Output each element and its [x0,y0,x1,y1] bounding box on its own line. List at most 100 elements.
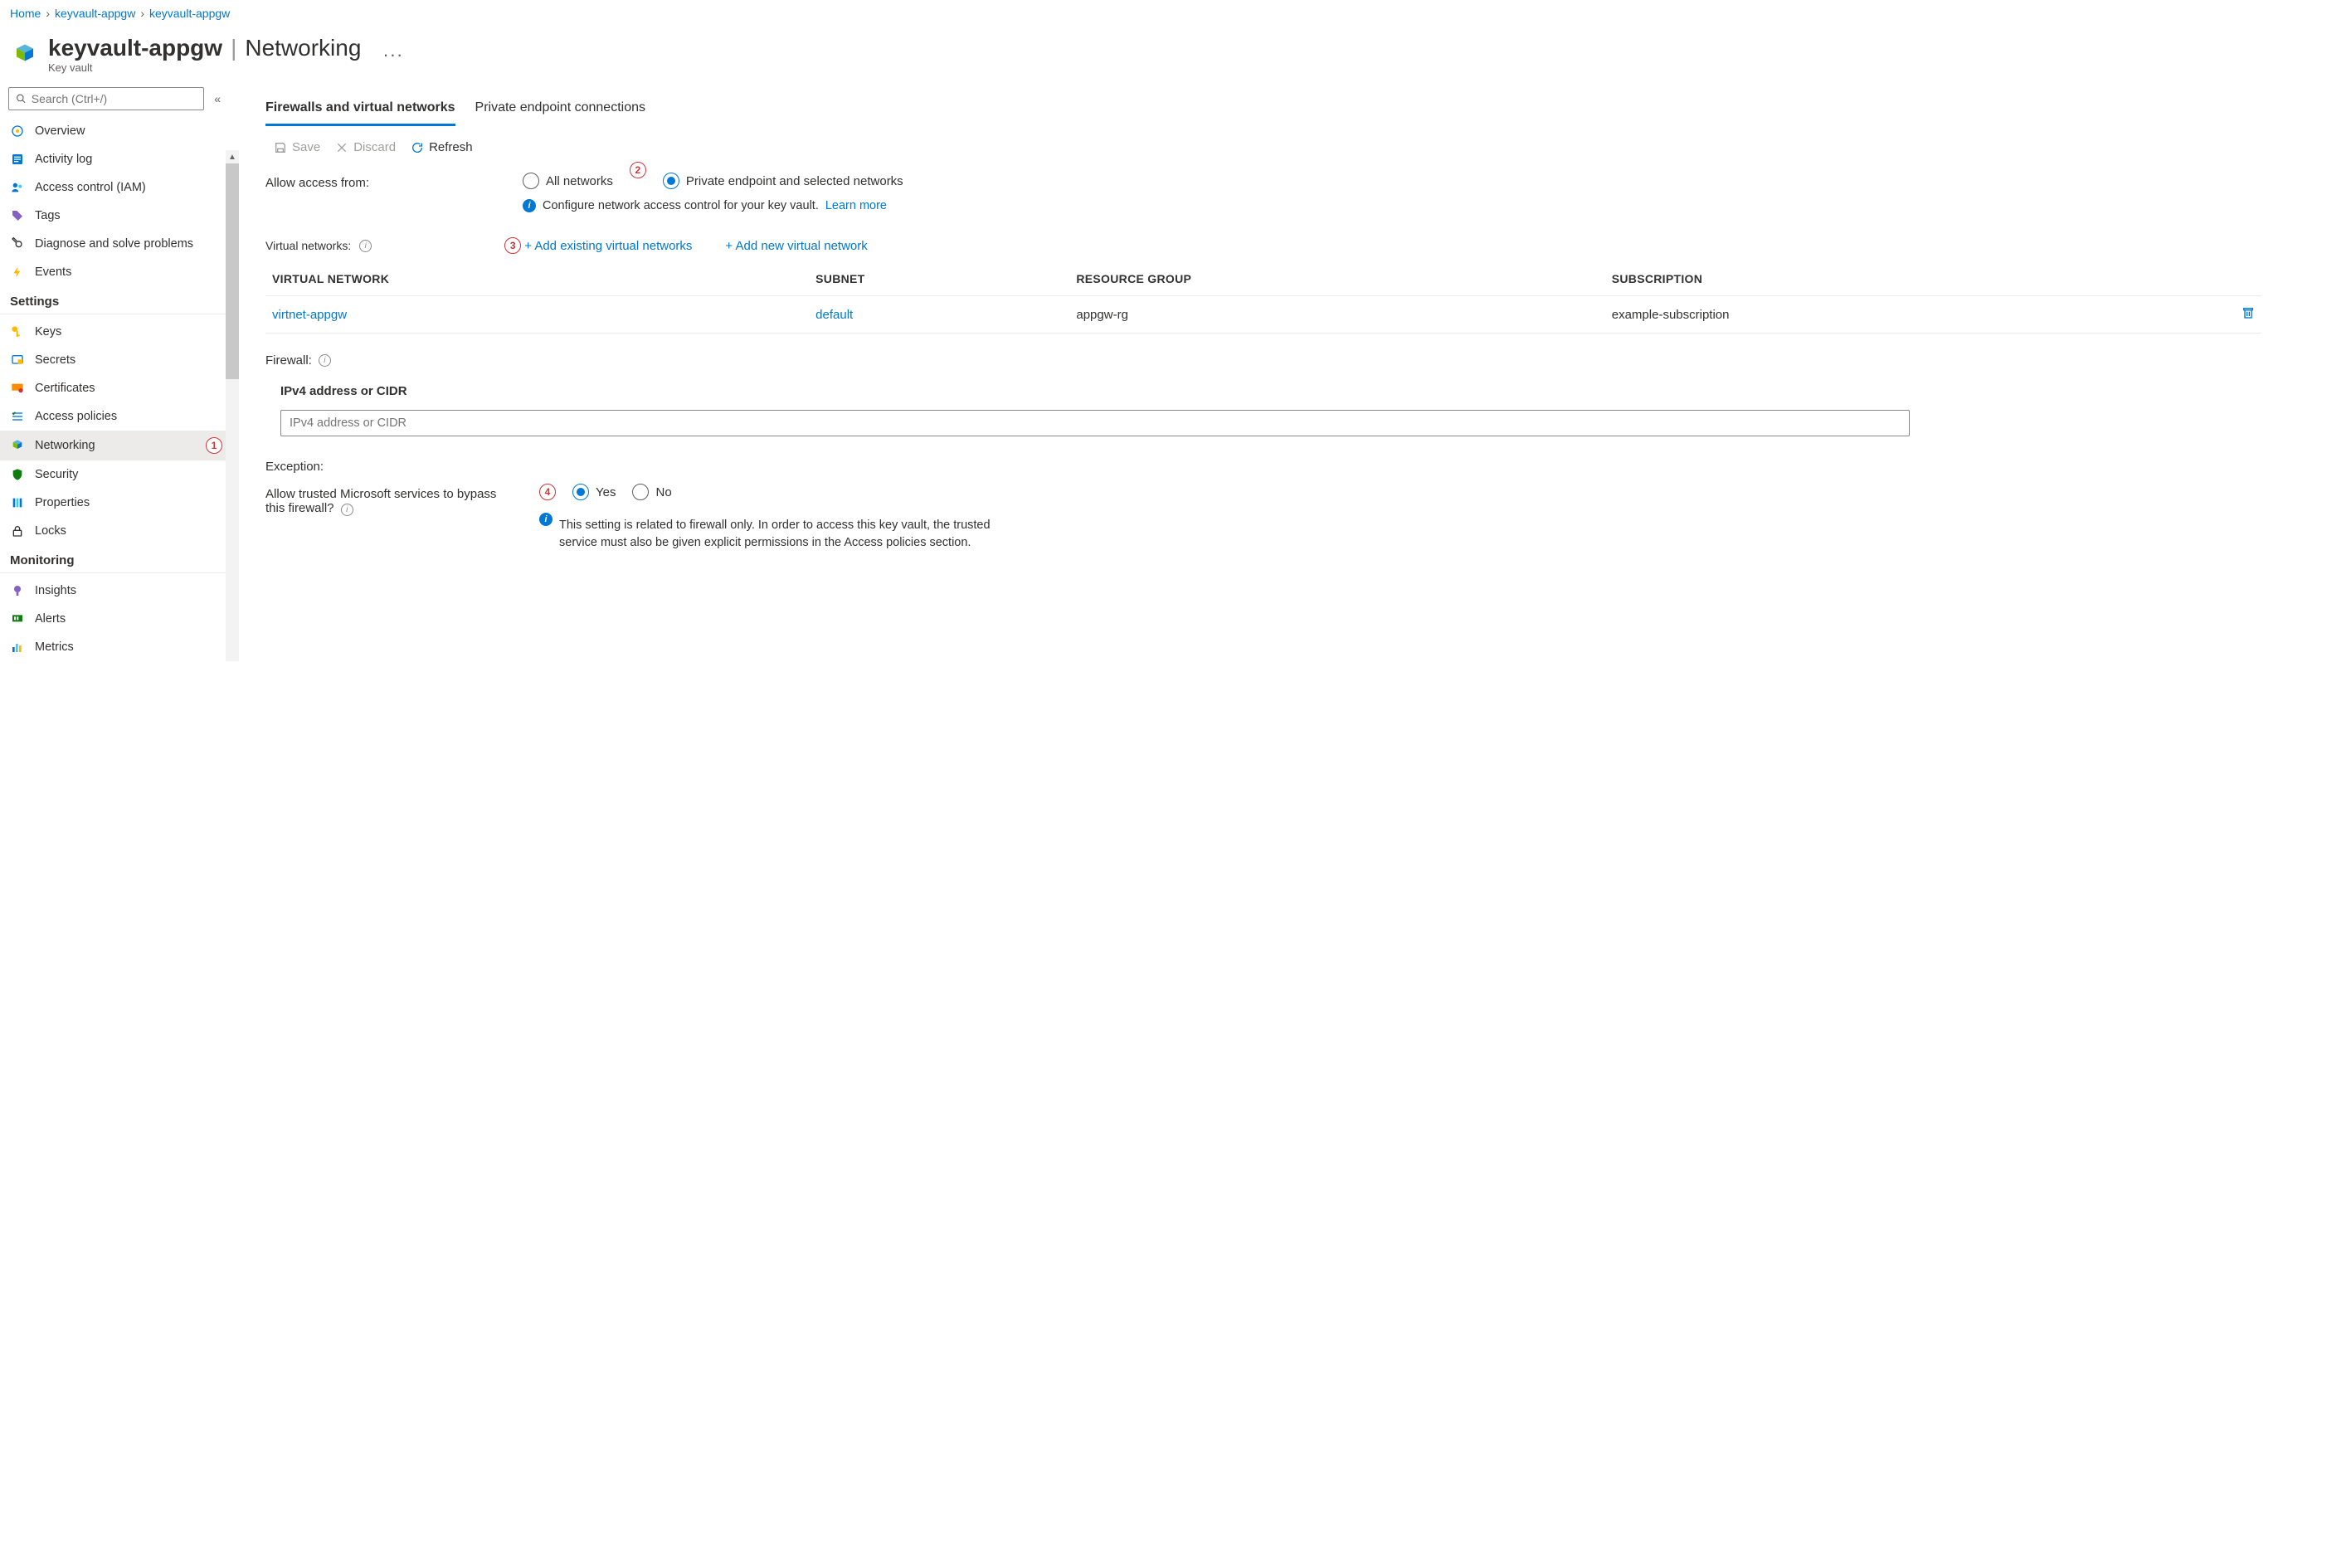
sidebar-item-activity-log[interactable]: Activity log [0,145,232,173]
sidebar-item-label: Secrets [35,353,75,367]
search-input[interactable] [8,87,204,110]
sidebar-section-settings: Settings [0,286,232,314]
properties-icon [10,495,25,510]
certificates-icon [10,381,25,396]
radio-private-endpoint[interactable]: Private endpoint and selected networks [663,173,903,189]
info-icon: i [523,199,536,212]
info-icon[interactable]: i [319,354,331,367]
resource-name: keyvault-appgw [48,35,222,61]
refresh-button[interactable]: Refresh [411,140,473,154]
ipv4-label: IPv4 address or CIDR [280,384,2302,398]
sidebar-item-locks[interactable]: Locks [0,517,232,545]
sidebar-item-label: Access control (IAM) [35,181,146,194]
diagnose-icon [10,236,25,251]
shield-icon [10,467,25,482]
sidebar-item-label: Networking [35,439,95,452]
breadcrumb: Home › keyvault-appgw › keyvault-appgw [0,0,2327,27]
tags-icon [10,208,25,223]
radio-icon [572,484,589,500]
activity-log-icon [10,152,25,167]
discard-button[interactable]: Discard [335,140,396,154]
radio-icon [632,484,649,500]
tab-firewalls[interactable]: Firewalls and virtual networks [265,95,455,126]
toolbar: Save Discard Refresh [265,140,2302,154]
exception-title: Exception: [265,460,2302,474]
sidebar-item-label: Access policies [35,410,117,423]
chevron-right-icon: › [46,7,50,20]
breadcrumb-lvl1[interactable]: keyvault-appgw [55,7,135,20]
firewall-label: Firewall: [265,353,312,368]
info-icon[interactable]: i [341,504,353,516]
sidebar-item-keys[interactable]: Keys [0,318,232,346]
sidebar-item-label: Alerts [35,612,66,626]
sidebar-item-label: Diagnose and solve problems [35,237,193,251]
info-icon[interactable]: i [359,240,372,252]
sidebar-item-label: Insights [35,584,76,597]
rg-cell: appgw-rg [1069,296,1604,334]
resource-type: Key vault [48,61,361,74]
collapse-sidebar-icon[interactable]: « [211,89,224,109]
sidebar-item-tags[interactable]: Tags [0,202,232,230]
sidebar-section-monitoring: Monitoring [0,545,232,573]
chevron-right-icon: › [140,7,144,20]
sidebar-item-events[interactable]: Events [0,258,232,286]
sidebar-item-insights[interactable]: Insights [0,577,232,605]
access-policies-icon [10,409,25,424]
sidebar-item-secrets[interactable]: Secrets [0,346,232,374]
more-actions-icon[interactable]: ··· [382,46,403,64]
radio-all-networks[interactable]: All networks [523,173,613,189]
events-icon [10,265,25,280]
add-existing-vnet-link[interactable]: + Add existing virtual networks [524,239,692,253]
sidebar-item-access-control[interactable]: Access control (IAM) [0,173,232,202]
radio-icon [663,173,679,189]
tabs: Firewalls and virtual networks Private e… [265,95,2302,127]
subnet-link[interactable]: default [815,308,853,322]
sidebar-item-label: Metrics [35,640,74,654]
sidebar-item-properties[interactable]: Properties [0,489,232,517]
resource-icon [12,41,38,68]
sidebar-item-label: Overview [35,124,85,138]
tab-private-endpoints[interactable]: Private endpoint connections [475,95,645,126]
sidebar-item-label: Locks [35,524,66,538]
sidebar-item-networking[interactable]: Networking 1 [0,431,232,460]
breadcrumb-lvl2[interactable]: keyvault-appgw [149,7,230,20]
sidebar-item-certificates[interactable]: Certificates [0,374,232,402]
sidebar-item-diagnose[interactable]: Diagnose and solve problems [0,230,232,258]
delete-row-button[interactable] [2242,309,2255,323]
sidebar-item-overview[interactable]: Overview [0,117,232,145]
radio-exception-yes[interactable]: Yes [572,484,616,500]
refresh-icon [411,141,424,154]
radio-icon [523,173,539,189]
main-content: Firewalls and virtual networks Private e… [232,80,2327,668]
blade-section: Networking [245,35,361,61]
page-title: keyvault-appgw | Networking [48,35,361,61]
col-resource-group: RESOURCE GROUP [1069,262,1604,296]
col-subnet: SUBNET [809,262,1069,296]
learn-more-link[interactable]: Learn more [825,199,887,212]
ipv4-input[interactable] [280,410,1910,436]
annotation-marker-2: 2 [630,162,646,178]
table-row: virtnet-appgw default appgw-rg example-s… [265,296,2261,334]
annotation-marker-4: 4 [539,484,556,500]
sidebar-item-metrics[interactable]: Metrics [0,633,232,661]
vnet-link[interactable]: virtnet-appgw [272,308,347,322]
networking-icon [10,438,25,453]
overview-icon [10,124,25,139]
sidebar-item-security[interactable]: Security [0,460,232,489]
sidebar-item-label: Certificates [35,382,95,395]
save-icon [274,141,287,154]
alerts-icon [10,611,25,626]
metrics-icon [10,640,25,655]
exception-info-text: This setting is related to firewall only… [559,517,1007,552]
radio-exception-no[interactable]: No [632,484,671,500]
sidebar-item-alerts[interactable]: Alerts [0,605,232,633]
col-virtual-network: VIRTUAL NETWORK [265,262,809,296]
save-button[interactable]: Save [274,140,320,154]
annotation-marker-3: 3 [504,237,521,254]
breadcrumb-home[interactable]: Home [10,7,41,20]
sidebar-item-label: Events [35,265,71,279]
add-new-vnet-link[interactable]: + Add new virtual network [725,239,867,253]
sidebar-item-label: Security [35,468,78,481]
page-header: keyvault-appgw | Networking Key vault ··… [0,27,2327,80]
sidebar-item-access-policies[interactable]: Access policies [0,402,232,431]
